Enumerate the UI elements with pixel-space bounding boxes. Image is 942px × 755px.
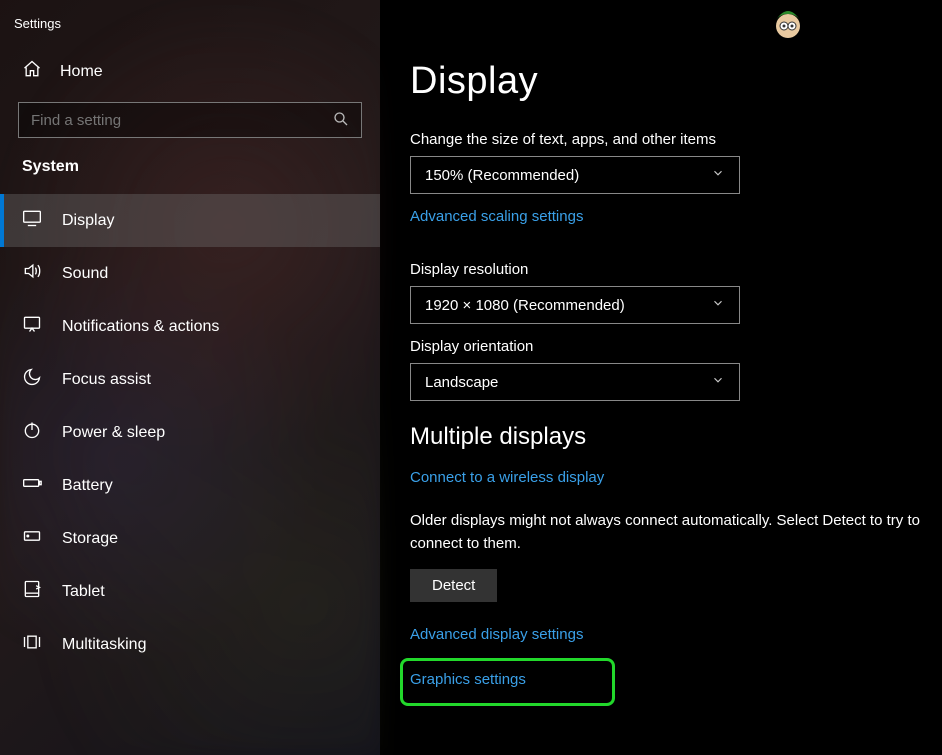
scale-dropdown[interactable]: 150% (Recommended) <box>410 156 740 194</box>
detect-hint: Older displays might not always connect … <box>410 510 930 555</box>
nav-item-multitasking[interactable]: Multitasking <box>0 618 380 671</box>
avatar <box>770 6 806 42</box>
nav-item-display[interactable]: Display <box>0 194 380 247</box>
scale-label: Change the size of text, apps, and other… <box>410 131 932 148</box>
nav-item-label: Sound <box>62 265 108 283</box>
category-label: System <box>0 158 380 194</box>
chevron-down-icon <box>711 373 725 391</box>
nav-home[interactable]: Home <box>0 49 380 102</box>
resolution-value: 1920 × 1080 (Recommended) <box>425 297 625 314</box>
search-input[interactable] <box>18 102 362 138</box>
nav-item-notifications[interactable]: Notifications & actions <box>0 300 380 353</box>
tablet-icon <box>22 579 42 604</box>
notifications-icon <box>22 314 42 339</box>
connect-wireless-link[interactable]: Connect to a wireless display <box>410 469 604 486</box>
nav-item-label: Notifications & actions <box>62 318 219 336</box>
advanced-scaling-link[interactable]: Advanced scaling settings <box>410 208 583 225</box>
battery-icon <box>22 473 42 498</box>
monitor-icon <box>22 208 42 233</box>
nav-item-storage[interactable]: Storage <box>0 512 380 565</box>
orientation-value: Landscape <box>425 374 498 391</box>
scale-value: 150% (Recommended) <box>425 167 579 184</box>
main-panel: Display Change the size of text, apps, a… <box>380 0 942 755</box>
sidebar: Settings Home System Display <box>0 0 380 755</box>
storage-icon <box>22 526 42 551</box>
nav-item-label: Storage <box>62 530 118 548</box>
chevron-down-icon <box>711 166 725 184</box>
home-icon <box>22 59 42 84</box>
nav-item-focus-assist[interactable]: Focus assist <box>0 353 380 406</box>
orientation-label: Display orientation <box>410 338 932 355</box>
resolution-dropdown[interactable]: 1920 × 1080 (Recommended) <box>410 286 740 324</box>
nav-item-label: Focus assist <box>62 371 151 389</box>
nav-item-tablet[interactable]: Tablet <box>0 565 380 618</box>
sound-icon <box>22 261 42 286</box>
multiple-displays-heading: Multiple displays <box>410 423 932 451</box>
nav-item-label: Multitasking <box>62 636 146 654</box>
nav-item-label: Tablet <box>62 583 105 601</box>
detect-button[interactable]: Detect <box>410 569 497 602</box>
advanced-display-link[interactable]: Advanced display settings <box>410 626 583 643</box>
moon-icon <box>22 367 42 392</box>
home-label: Home <box>60 63 103 81</box>
resolution-label: Display resolution <box>410 261 932 278</box>
power-icon <box>22 420 42 445</box>
multitasking-icon <box>22 632 42 657</box>
search-icon <box>332 110 350 128</box>
nav-item-sound[interactable]: Sound <box>0 247 380 300</box>
page-title: Display <box>410 60 932 103</box>
graphics-settings-link[interactable]: Graphics settings <box>410 671 526 688</box>
nav-item-power-sleep[interactable]: Power & sleep <box>0 406 380 459</box>
nav-item-label: Power & sleep <box>62 424 165 442</box>
window-title: Settings <box>0 10 380 49</box>
nav-list: Display Sound Notifications & actions Fo… <box>0 194 380 671</box>
nav-item-label: Battery <box>62 477 113 495</box>
nav-item-label: Display <box>62 212 114 230</box>
nav-item-battery[interactable]: Battery <box>0 459 380 512</box>
chevron-down-icon <box>711 296 725 314</box>
orientation-dropdown[interactable]: Landscape <box>410 363 740 401</box>
